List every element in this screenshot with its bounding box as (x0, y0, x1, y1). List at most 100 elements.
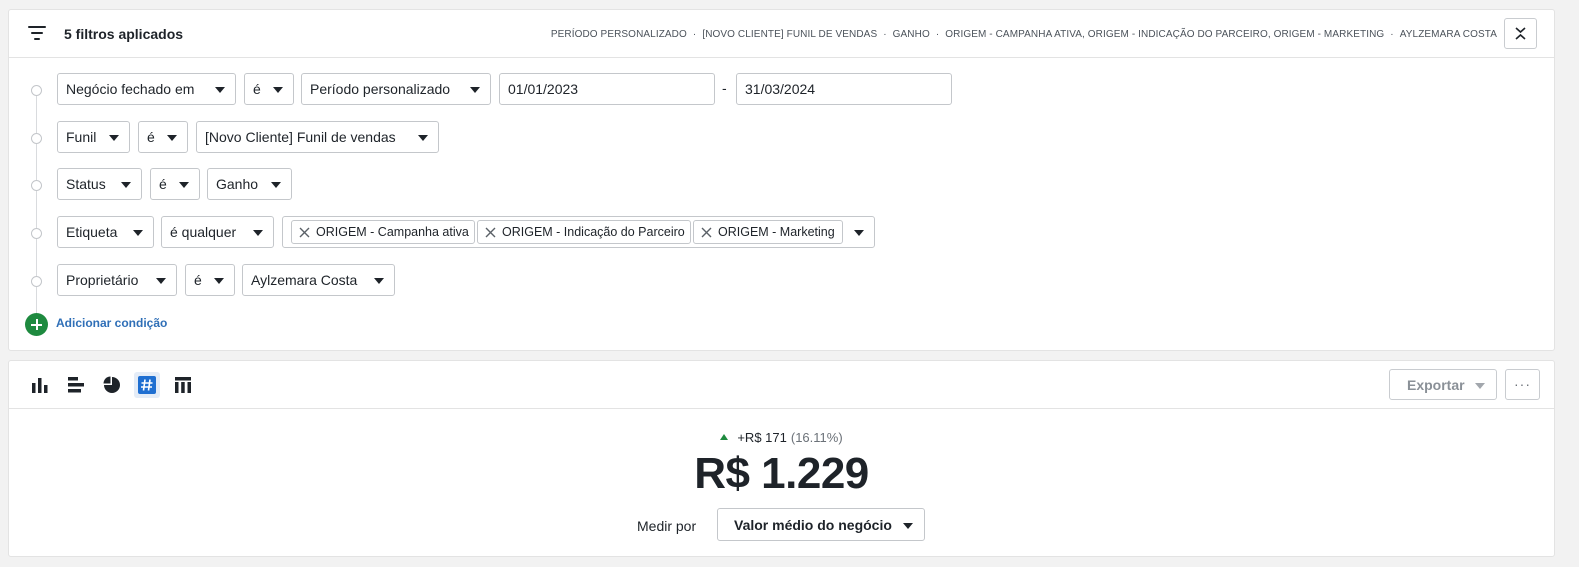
owner-value-label: Aylzemara Costa (251, 272, 358, 288)
timeline-dot (31, 133, 42, 144)
caret-down-icon (374, 278, 384, 284)
tag-chip: ORIGEM - Campanha ativa (291, 220, 475, 244)
filters-header: 5 filtros aplicados PERÍODO PERSONALIZAD… (9, 10, 1554, 58)
timeline-dot (31, 180, 42, 191)
tag-chip: ORIGEM - Indicação do Parceiro (477, 220, 691, 244)
condition-field-owner[interactable]: Proprietário (57, 264, 177, 296)
measure-by-label: Medir por (637, 518, 697, 534)
more-options-button[interactable]: ··· (1505, 369, 1540, 400)
add-condition-icon[interactable] (25, 313, 48, 336)
caret-down-icon (273, 87, 283, 93)
remove-tag-icon[interactable] (701, 227, 712, 238)
horizontal-bar-chart-icon[interactable] (63, 372, 89, 398)
caret-down-icon (214, 278, 224, 284)
condition-field-label: Funil (66, 129, 97, 145)
conditions-timeline (36, 90, 37, 322)
filters-count-title: 5 filtros aplicados (64, 26, 184, 42)
tag-chip: ORIGEM - Marketing (693, 220, 843, 244)
measure-by-value: Valor médio do negócio (734, 516, 892, 533)
summary-tags: ORIGEM - CAMPANHA ATIVA, ORIGEM - INDICA… (945, 29, 1385, 40)
caret-down-icon (1475, 383, 1485, 389)
measure-by-select[interactable]: Valor médio do negócio (717, 508, 925, 541)
condition-operator-label: é (253, 81, 261, 97)
date-to-value: 31/03/2024 (745, 81, 816, 97)
filter-icon[interactable] (28, 26, 46, 40)
tag-chip-label: ORIGEM - Campanha ativa (316, 225, 469, 239)
caret-down-icon[interactable] (854, 230, 864, 236)
date-from-value: 01/01/2023 (508, 81, 579, 97)
summary-separator: · (883, 29, 887, 40)
timeline-dot (31, 276, 42, 287)
caret-down-icon (133, 230, 143, 236)
caret-down-icon (109, 135, 119, 141)
arrow-up-icon (720, 434, 729, 440)
date-from-input[interactable]: 01/01/2023 (499, 73, 715, 105)
results-panel: Exportar ··· +R$ 171 (16.11%) R$ 1.229 Me… (8, 360, 1555, 557)
tag-chip-label: ORIGEM - Indicação do Parceiro (502, 225, 685, 239)
collapse-filters-button[interactable] (1504, 18, 1537, 49)
number-icon[interactable] (134, 372, 160, 398)
condition-operator-owner[interactable]: é (185, 264, 235, 296)
change-value: +R$ 171 (737, 430, 787, 445)
caret-down-icon (470, 87, 480, 93)
visualization-toolbar: Exportar ··· (9, 361, 1554, 409)
condition-field-tag[interactable]: Etiqueta (57, 216, 154, 248)
bar-chart-icon[interactable] (27, 372, 53, 398)
caret-down-icon (253, 230, 263, 236)
tag-chip-label: ORIGEM - Marketing (718, 225, 835, 239)
filters-summary: PERÍODO PERSONALIZADO · [NOVO CLIENTE] FUN… (551, 29, 1497, 40)
caret-down-icon (271, 182, 281, 188)
condition-operator-funnel[interactable]: é (138, 121, 188, 153)
summary-funnel: [NOVO CLIENTE] FUNIL DE VENDAS (702, 29, 878, 40)
condition-operator-label: é qualquer (170, 224, 237, 240)
summary-status: GANHO (892, 29, 930, 40)
caret-down-icon (121, 182, 131, 188)
condition-field-label: Etiqueta (66, 224, 118, 240)
remove-tag-icon[interactable] (299, 227, 310, 238)
collapse-icon (1515, 27, 1526, 40)
condition-field-label: Negócio fechado em (66, 81, 195, 97)
more-icon: ··· (1514, 376, 1531, 392)
filters-panel: 5 filtros aplicados PERÍODO PERSONALIZAD… (8, 9, 1555, 351)
add-condition-link[interactable]: Adicionar condição (56, 316, 167, 330)
pie-chart-icon[interactable] (99, 372, 125, 398)
caret-down-icon (418, 135, 428, 141)
condition-operator-closed-date[interactable]: é (244, 73, 294, 105)
condition-operator-tag[interactable]: é qualquer (161, 216, 274, 248)
condition-field-closed-date[interactable]: Negócio fechado em (57, 73, 236, 105)
change-percent: (16.11%) (790, 430, 843, 445)
summary-separator: · (935, 29, 940, 40)
export-button[interactable]: Exportar (1389, 369, 1497, 400)
summary-owner: AYLZEMARA COSTA (1399, 29, 1497, 40)
tags-multiselect[interactable]: ORIGEM - Campanha ativa ORIGEM - Indicaç… (282, 216, 875, 248)
owner-value-select[interactable]: Aylzemara Costa (242, 264, 395, 296)
summary-separator: · (1390, 29, 1394, 40)
caret-down-icon (179, 182, 189, 188)
period-select[interactable]: Período personalizado (301, 73, 491, 105)
period-label: Período personalizado (310, 81, 451, 97)
condition-field-label: Proprietário (66, 272, 139, 288)
condition-field-label: Status (66, 176, 106, 192)
caret-down-icon (215, 87, 225, 93)
condition-field-funnel[interactable]: Funil (57, 121, 130, 153)
caret-down-icon (167, 135, 177, 141)
condition-operator-label: é (194, 272, 202, 288)
summary-separator: · (692, 29, 697, 40)
funnel-value-label: [Novo Cliente] Funil de vendas (205, 129, 396, 145)
status-value-select[interactable]: Ganho (207, 168, 292, 200)
metric-value: R$ 1.229 (694, 449, 869, 498)
table-icon[interactable] (170, 372, 196, 398)
summary-period: PERÍODO PERSONALIZADO (550, 29, 687, 40)
change-indicator: +R$ 171 (16.11%) (9, 430, 1554, 445)
export-label: Exportar (1407, 376, 1465, 393)
caret-down-icon (903, 523, 913, 529)
condition-operator-status[interactable]: é (150, 168, 200, 200)
caret-down-icon (156, 278, 166, 284)
remove-tag-icon[interactable] (485, 227, 496, 238)
condition-operator-label: é (147, 129, 155, 145)
date-to-input[interactable]: 31/03/2024 (736, 73, 952, 105)
condition-field-status[interactable]: Status (57, 168, 142, 200)
date-range-separator: - (722, 80, 727, 96)
condition-operator-label: é (159, 176, 167, 192)
funnel-value-select[interactable]: [Novo Cliente] Funil de vendas (196, 121, 439, 153)
